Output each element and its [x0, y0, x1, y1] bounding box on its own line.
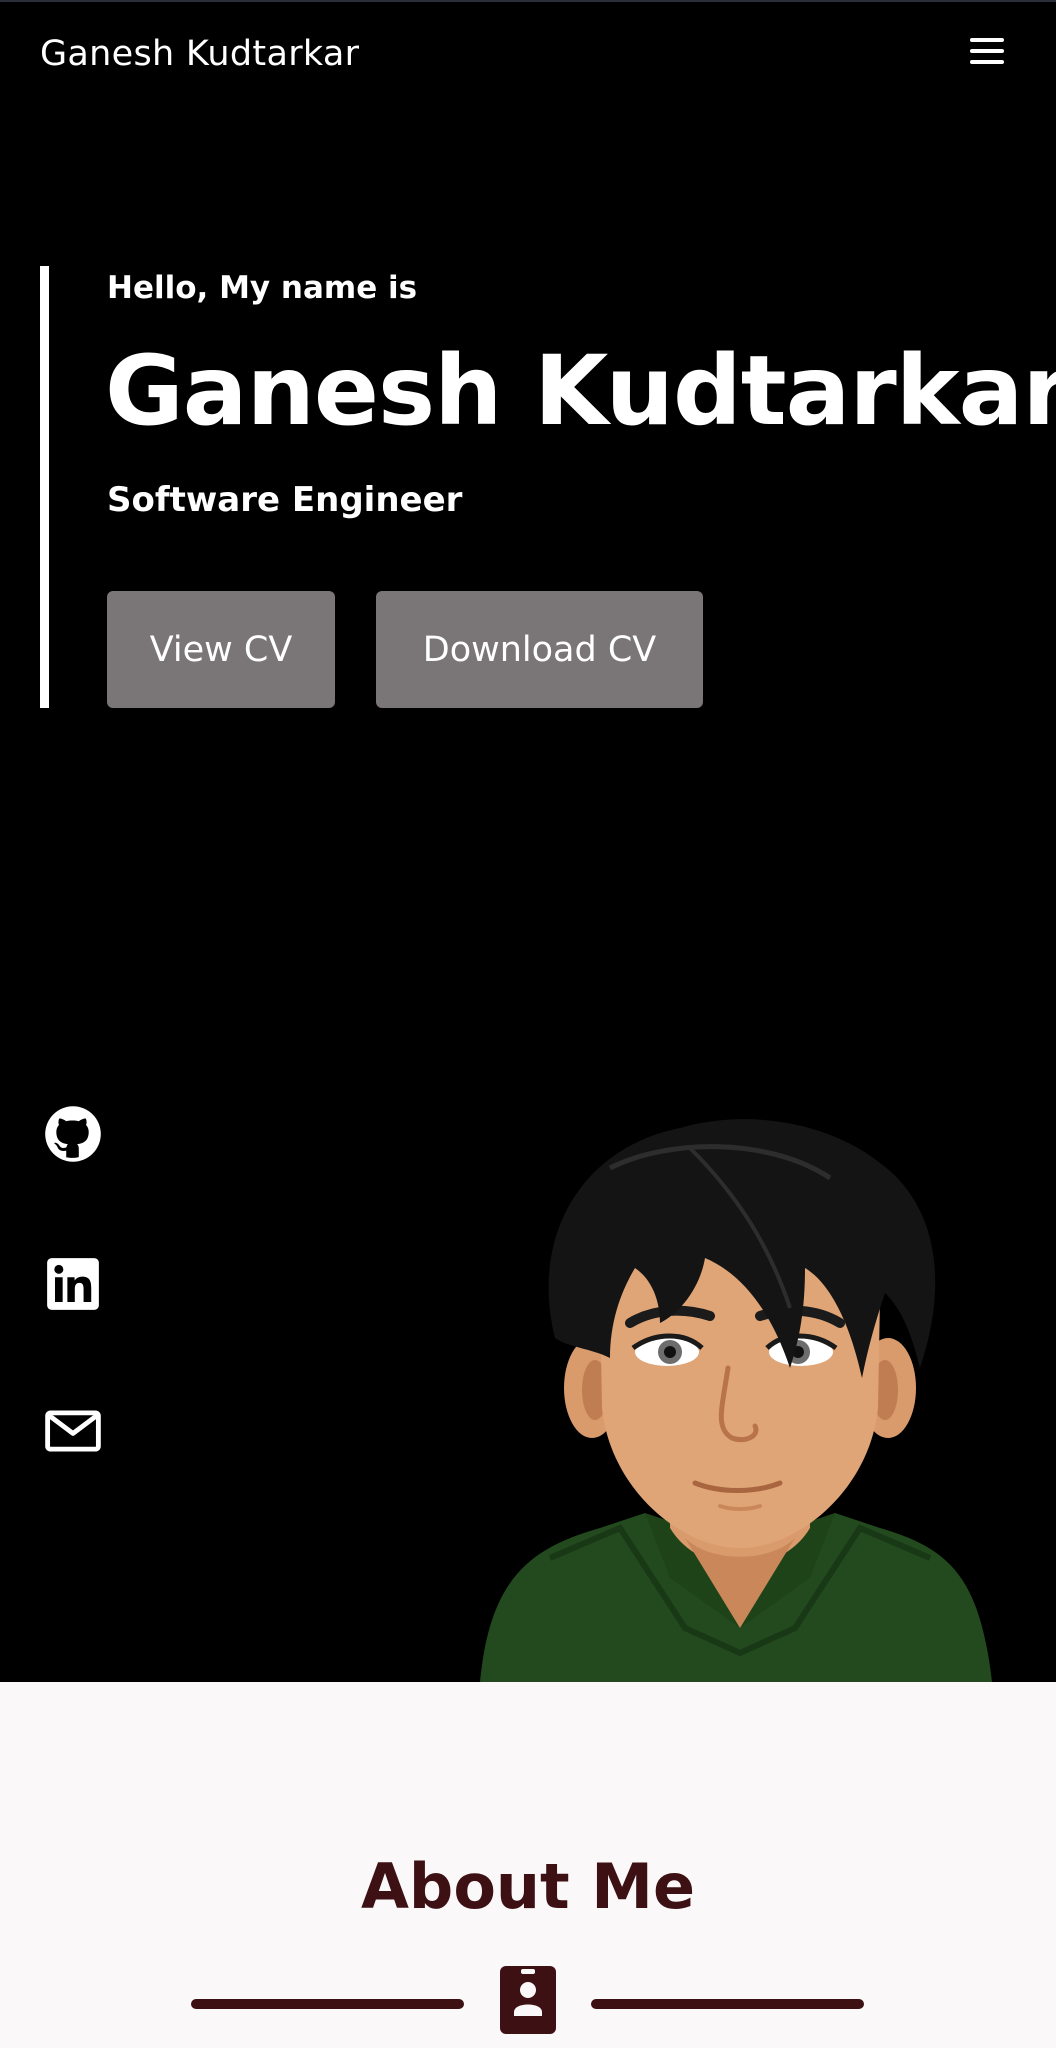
- avatar-illustration: [480, 1119, 992, 1682]
- mail-icon: [45, 1410, 101, 1452]
- github-icon: [45, 1106, 101, 1162]
- github-link[interactable]: [43, 1104, 103, 1164]
- view-cv-button[interactable]: View CV: [107, 591, 335, 708]
- top-divider: [0, 0, 1056, 2]
- about-divider-left: [191, 1999, 464, 2009]
- download-cv-button[interactable]: Download CV: [376, 591, 703, 708]
- hero-section: Ganesh Kudtarkar Hello, My name is Ganes…: [0, 0, 1056, 1682]
- linkedin-link[interactable]: [43, 1254, 103, 1314]
- menu-bar: [970, 49, 1004, 53]
- intro-accent-bar: [40, 266, 49, 708]
- greeting-text: Hello, My name is: [107, 270, 418, 306]
- site-brand[interactable]: Ganesh Kudtarkar: [40, 34, 359, 74]
- contact-card-icon: [500, 1966, 556, 2034]
- hero-name: Ganesh Kudtarkar: [105, 335, 1056, 447]
- hamburger-menu-button[interactable]: [966, 34, 1012, 70]
- menu-bar: [970, 60, 1004, 64]
- mail-link[interactable]: [43, 1401, 103, 1461]
- about-title: About Me: [360, 1850, 696, 1923]
- menu-bar: [970, 38, 1004, 42]
- hero-role: Software Engineer: [107, 480, 463, 520]
- linkedin-icon: [47, 1258, 99, 1310]
- about-divider-right: [591, 1999, 864, 2009]
